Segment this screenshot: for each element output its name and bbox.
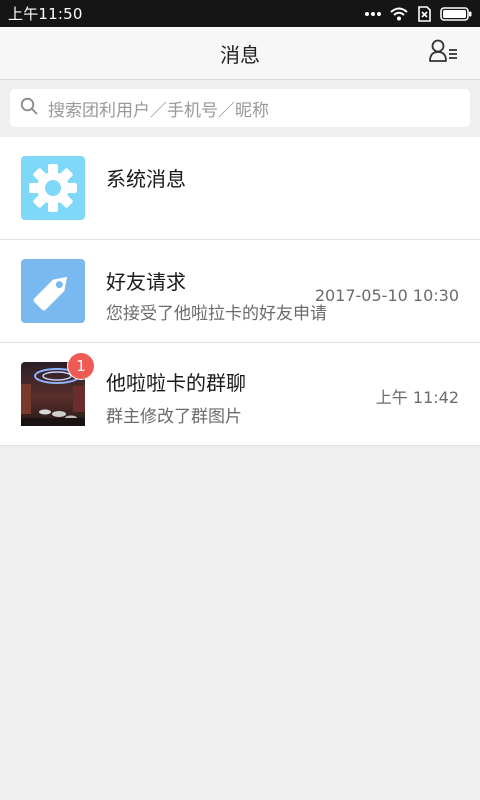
message-preview: 群主修改了群图片 <box>106 407 242 427</box>
message-time: 上午 11:42 <box>375 388 459 407</box>
page-title: 消息 <box>220 42 260 67</box>
wifi-icon <box>390 7 408 21</box>
message-name: 系统消息 <box>106 167 186 191</box>
tag-icon <box>21 259 85 323</box>
message-list: 系统消息 好友请求 您接受了他啦拉卡的好友申请 2017-05-10 10:30 <box>0 137 480 446</box>
message-name: 好友请求 <box>106 270 186 294</box>
contacts-button[interactable] <box>428 39 460 67</box>
search-placeholder: 搜索团利用户／手机号／昵称 <box>48 100 269 121</box>
group-avatar: 1 <box>21 353 94 426</box>
message-name: 他啦啦卡的群聊 <box>106 371 246 395</box>
system-avatar <box>21 156 85 220</box>
status-time: 上午11:50 <box>8 5 83 23</box>
battery-icon <box>440 6 472 21</box>
title-bar: 消息 <box>0 27 480 80</box>
status-icons <box>364 5 472 22</box>
list-item-group-chat[interactable]: 1 他啦啦卡的群聊 群主修改了群图片 上午 11:42 <box>0 343 480 446</box>
no-sim-icon <box>416 5 432 22</box>
message-preview: 您接受了他啦拉卡的好友申请 <box>106 304 327 324</box>
unread-badge: 1 <box>68 353 94 379</box>
more-dots-icon <box>364 11 382 17</box>
gear-icon <box>21 156 85 220</box>
search-area: 搜索团利用户／手机号／昵称 <box>0 80 480 136</box>
message-time: 2017-05-10 10:30 <box>314 286 459 305</box>
list-item-system-messages[interactable]: 系统消息 <box>0 137 480 240</box>
search-icon <box>20 97 38 119</box>
search-input[interactable]: 搜索团利用户／手机号／昵称 <box>10 89 470 127</box>
friend-request-avatar <box>21 259 85 323</box>
contacts-icon <box>429 39 459 67</box>
status-bar: 上午11:50 <box>0 0 480 27</box>
list-item-friend-requests[interactable]: 好友请求 您接受了他啦拉卡的好友申请 2017-05-10 10:30 <box>0 240 480 343</box>
